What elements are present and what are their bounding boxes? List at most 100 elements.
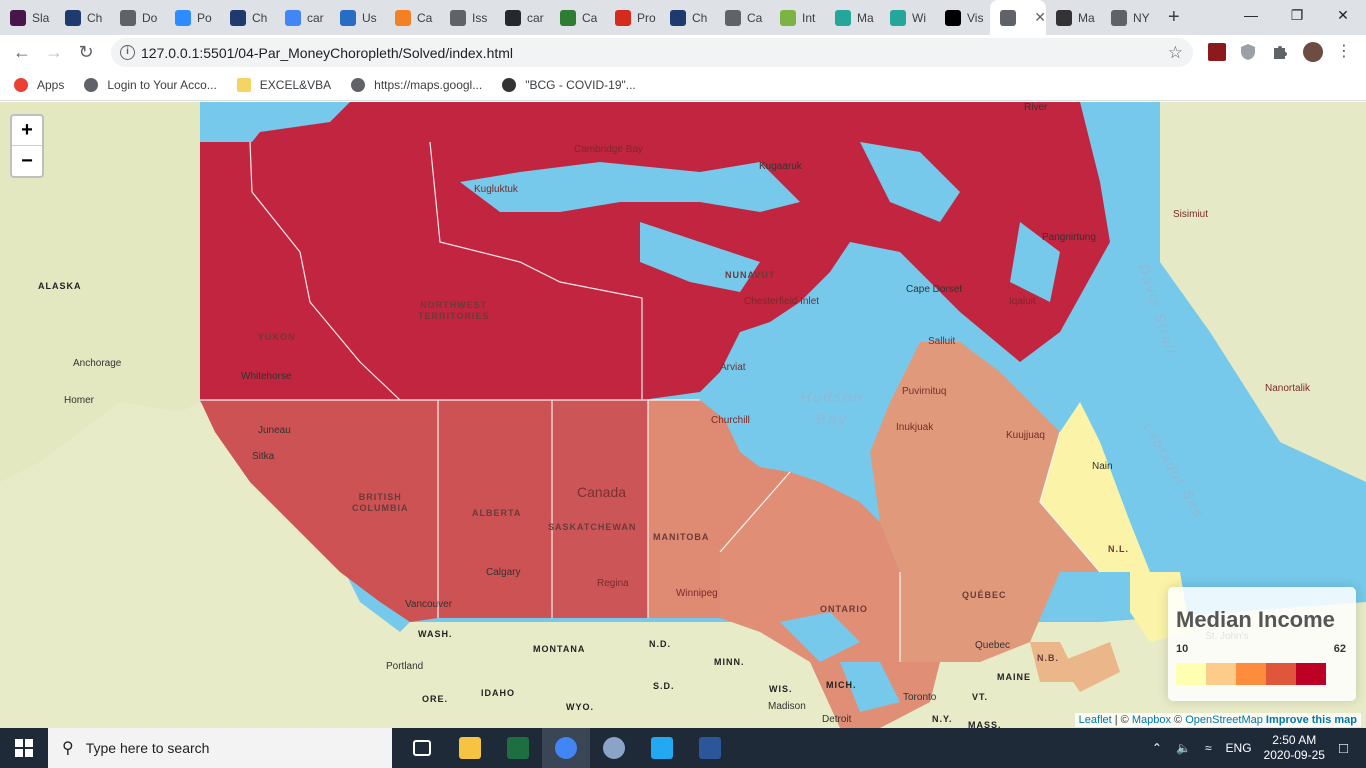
tab-title: Iss [472, 10, 488, 25]
region-label: MINN. [714, 657, 745, 667]
clock-date: 2020-09-25 [1263, 748, 1325, 762]
zoom-in-button[interactable]: + [12, 116, 42, 146]
browser-tab[interactable]: car [275, 0, 330, 35]
bookmark-item[interactable]: Login to Your Acco... [84, 78, 217, 92]
profile-avatar[interactable] [1303, 42, 1323, 62]
reload-button[interactable]: ↻ [70, 37, 102, 69]
city-label: Salluit [928, 336, 956, 347]
site-info-icon[interactable]: i [120, 45, 135, 60]
maximize-button[interactable]: ❐ [1274, 0, 1320, 30]
minimize-button[interactable]: — [1228, 0, 1274, 30]
bookmark-item[interactable]: https://maps.googl... [351, 78, 482, 92]
pdf-extension-icon[interactable] [1208, 43, 1226, 61]
tab-title: Pro [637, 10, 656, 25]
leaflet-link[interactable]: Leaflet [1079, 714, 1112, 726]
city-label: Toronto [903, 692, 937, 703]
region-label: MASS. [968, 720, 1002, 728]
tab-title: Ca [747, 10, 763, 25]
city-label: Winnipeg [676, 588, 718, 599]
map-icon [835, 9, 851, 26]
choropleth-map[interactable]: YUKON NORTHWEST TERRITORIES NUNAVUT BRITISH… [0, 102, 1366, 728]
region-label: N.B. [1037, 653, 1059, 663]
region-label: MONTANA [533, 644, 586, 654]
browser-tab[interactable]: Sla [0, 0, 55, 35]
city-label: Puvirnituq [902, 386, 947, 397]
excel-taskbar-button[interactable] [494, 728, 542, 768]
volume-icon[interactable]: 🔈 [1176, 741, 1191, 755]
browser-tab[interactable]: Ca [385, 0, 440, 35]
city-label: Kuujjuaq [1006, 430, 1045, 441]
tab-title: car [527, 10, 544, 25]
slack-icon [10, 9, 26, 26]
chart-icon [230, 9, 246, 26]
bookmark-item[interactable]: EXCEL&VBA [236, 78, 331, 92]
browser-tab[interactable]: car [495, 0, 550, 35]
url-text: 127.0.0.1:5501/04-Par_MoneyChoropleth/So… [141, 44, 514, 61]
clock[interactable]: 2:50 AM 2020-09-25 [1264, 733, 1325, 763]
browser-tab[interactable]: Ma [825, 0, 880, 35]
improve-map-link[interactable]: Improve this map [1266, 714, 1357, 726]
new-tab-button[interactable]: + [1168, 6, 1180, 29]
zoom-out-button[interactable]: − [12, 146, 42, 176]
excel-icon [507, 737, 529, 759]
menu-kebab-icon[interactable]: ⋮ [1335, 43, 1353, 61]
browser-tab[interactable]: Pro [605, 0, 660, 35]
region-label: ORE. [422, 694, 449, 704]
chrome-taskbar-button[interactable] [542, 728, 590, 768]
region-label: MANITOBA [653, 532, 710, 542]
close-tab-icon[interactable]: ✕ [1034, 9, 1046, 26]
search-icon: ⚲ [62, 740, 74, 757]
browser-tab[interactable]: Ca [550, 0, 605, 35]
bookmark-item[interactable]: "BCG - COVID-19"... [502, 78, 636, 92]
chevron-up-icon[interactable]: ⌃ [1152, 741, 1162, 755]
browser-tab[interactable]: Do [110, 0, 165, 35]
address-bar[interactable]: i 127.0.0.1:5501/04-Par_MoneyChoropleth/… [111, 38, 1193, 67]
mapbox-link[interactable]: Mapbox [1132, 714, 1171, 726]
browser-tab[interactable]: Wi [880, 0, 935, 35]
browser-tab[interactable]: Ca [715, 0, 770, 35]
region-label: IDAHO [481, 688, 515, 698]
browser-tab[interactable]: Iss [440, 0, 495, 35]
bookmark-label: "BCG - COVID-19"... [525, 78, 636, 92]
language-indicator[interactable]: ENG [1226, 741, 1252, 755]
browser-tab[interactable]: Us [330, 0, 385, 35]
zoom-control: + − [10, 114, 44, 178]
legend-swatch [1266, 663, 1296, 685]
browser-tab[interactable]: NY [1101, 0, 1156, 35]
taskbar-search[interactable]: ⚲ Type here to search [48, 728, 392, 768]
browser-tab[interactable]: Int [770, 0, 825, 35]
bookmark-item[interactable]: Apps [14, 78, 64, 92]
region-label: NORTHWEST TERRITORIES [418, 300, 490, 321]
chart-icon [65, 9, 81, 26]
bookmark-star-icon[interactable]: ☆ [1168, 43, 1183, 63]
file-explorer-taskbar-button[interactable] [446, 728, 494, 768]
shield-extension-icon[interactable] [1240, 43, 1258, 61]
tab-title: Us [362, 10, 377, 25]
globe-icon [120, 9, 136, 26]
r-taskbar-button[interactable] [590, 728, 638, 768]
browser-tab[interactable]: Ch [55, 0, 110, 35]
region-label: BRITISH COLUMBIA [352, 492, 409, 513]
notifications-icon[interactable]: □ [1339, 740, 1348, 757]
region-label: YUKON [258, 332, 296, 342]
city-label: Churchill [711, 415, 750, 426]
osm-link[interactable]: OpenStreetMap [1185, 714, 1263, 726]
harvard-icon [502, 78, 517, 92]
browser-tab[interactable]: ✕ [990, 0, 1046, 35]
forward-button[interactable]: → [38, 37, 70, 69]
browser-tab[interactable]: Vis [935, 0, 990, 35]
browser-tab[interactable]: Po [165, 0, 220, 35]
network-icon[interactable]: ≈ [1205, 741, 1212, 755]
back-button[interactable]: ← [6, 37, 38, 69]
browser-tab[interactable]: Ch [220, 0, 275, 35]
city-label: Regina [597, 578, 629, 589]
word-taskbar-button[interactable] [686, 728, 734, 768]
tab-title: car [307, 10, 324, 25]
puzzle-extensions-icon[interactable] [1271, 43, 1289, 61]
task-view-taskbar-button[interactable] [398, 728, 446, 768]
browser-tab[interactable]: Ma [1046, 0, 1101, 35]
close-window-button[interactable]: ✕ [1320, 0, 1366, 30]
vscode-taskbar-button[interactable] [638, 728, 686, 768]
browser-tab[interactable]: Ch [660, 0, 715, 35]
start-button[interactable] [0, 728, 48, 768]
